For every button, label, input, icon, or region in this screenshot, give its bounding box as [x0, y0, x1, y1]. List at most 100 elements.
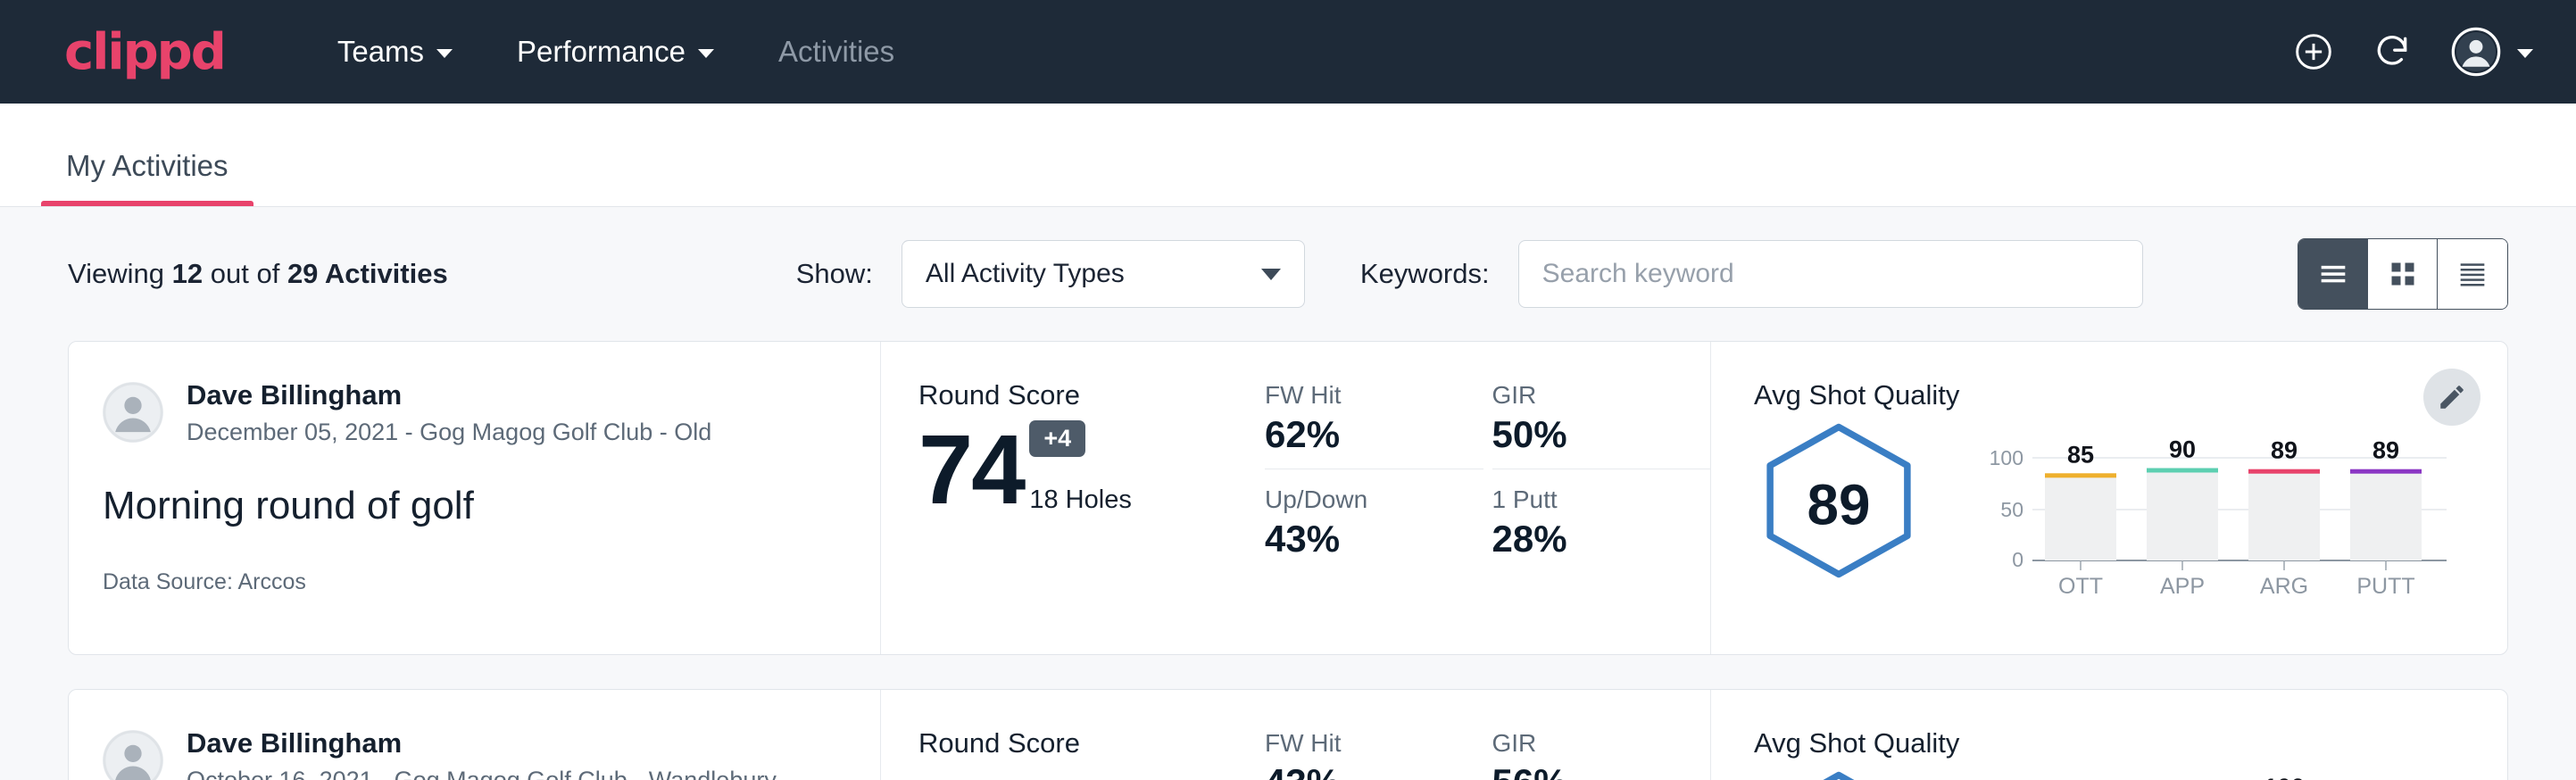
activity-date-course: December 05, 2021 - Gog Magog Golf Club …	[187, 419, 711, 446]
tab-bar: My Activities	[0, 104, 2576, 207]
holes-played: 18 Holes	[1029, 485, 1131, 515]
view-mode-toggle-group	[2298, 238, 2508, 310]
main-content: Viewing 12 out of 29 Activities Show: Al…	[0, 207, 2576, 780]
compact-view-icon	[2455, 256, 2490, 292]
stat-one-putt-label: 1 Putt	[1492, 485, 1654, 514]
viewing-middle: out of	[211, 258, 280, 289]
player-name: Dave Billingham	[187, 727, 777, 759]
add-circle-icon[interactable]	[2294, 32, 2333, 71]
activity-info-column: Dave Billingham December 05, 2021 - Gog …	[69, 342, 881, 654]
round-score-column: Round Score	[881, 690, 1265, 780]
top-navigation-bar: clippd Teams Performance Activities	[0, 0, 2576, 104]
stat-up-down: Up/Down 43%	[1265, 485, 1483, 560]
stat-gir-value: 56%	[1492, 761, 1654, 780]
view-mode-compact-button[interactable]	[2438, 239, 2507, 309]
edit-activity-button[interactable]	[2423, 369, 2480, 426]
x-label-putt: PUTT	[2356, 574, 2414, 599]
stat-fw-hit-label: FW Hit	[1265, 729, 1426, 758]
chevron-down-icon	[2517, 49, 2533, 58]
activity-type-select-value: All Activity Types	[926, 259, 1261, 289]
filter-toolbar: Viewing 12 out of 29 Activities Show: Al…	[68, 207, 2508, 341]
avg-shot-quality-column: Avg Shot Quality 89 100 50 0	[1711, 342, 2507, 654]
bar-value-app: 90	[2169, 436, 2196, 463]
activity-card[interactable]: Dave Billingham December 05, 2021 - Gog …	[68, 341, 2508, 655]
stat-fw-hit-value: 43%	[1265, 761, 1426, 780]
nav-item-activities[interactable]: Activities	[746, 35, 927, 69]
search-input[interactable]	[1518, 240, 2143, 308]
avg-shot-quality-value: 89	[1807, 472, 1871, 536]
clippd-logo[interactable]: clippd	[64, 23, 225, 81]
tab-my-activities[interactable]: My Activities	[41, 149, 253, 206]
stat-gir-label: GIR	[1492, 381, 1654, 410]
nav-item-teams-label: Teams	[337, 35, 424, 69]
pencil-icon	[2437, 382, 2467, 412]
stat-fw-hit: FW Hit 43%	[1265, 729, 1483, 780]
round-score-value: 74	[918, 424, 1024, 518]
show-label: Show:	[796, 258, 873, 290]
grid-view-icon	[2385, 256, 2421, 292]
primary-nav: Teams Performance Activities	[305, 35, 927, 69]
refresh-icon[interactable]	[2372, 32, 2412, 71]
activity-info-column: Dave Billingham October 16, 2021 - Gog M…	[69, 690, 881, 780]
shot-quality-bar-chart: 100 50 0 85	[1959, 415, 2507, 607]
stats-column: FW Hit 43% GIR 56%	[1265, 690, 1711, 780]
stat-fw-hit-label: FW Hit	[1265, 381, 1426, 410]
viewing-total: 29 Activities	[287, 258, 448, 289]
top-nav-actions	[2294, 27, 2533, 77]
avatar	[103, 382, 163, 443]
round-score-row: 74 +4 18 Holes	[918, 420, 1265, 517]
round-score-column: Round Score 74 +4 18 Holes	[881, 342, 1265, 654]
account-avatar-icon	[2451, 27, 2501, 77]
y-tick-100: 100	[1990, 446, 2023, 469]
viewing-count: 12	[172, 258, 203, 289]
avg-shot-quality-hexagon	[1754, 763, 1959, 780]
avg-shot-quality-column: Avg Shot Quality 100 94 82 106	[1711, 690, 2507, 780]
viewing-summary: Viewing 12 out of 29 Activities	[68, 258, 448, 290]
y-tick-0: 0	[2012, 548, 2023, 571]
stat-up-down-value: 43%	[1265, 518, 1426, 560]
avg-shot-quality-hexagon: 89	[1754, 415, 1959, 585]
bar-chart-svg: 100 50 0 85	[1982, 424, 2456, 602]
player-row: Dave Billingham December 05, 2021 - Gog …	[103, 379, 835, 446]
viewing-prefix: Viewing	[68, 258, 164, 289]
bar-value-arg: 89	[2271, 437, 2298, 464]
x-label-arg: ARG	[2260, 574, 2308, 599]
keywords-label: Keywords:	[1360, 258, 1490, 290]
stat-fw-hit: FW Hit 62%	[1265, 381, 1483, 469]
player-name: Dave Billingham	[187, 379, 711, 411]
chevron-down-icon	[436, 49, 453, 58]
activity-title: Morning round of golf	[103, 484, 835, 528]
chevron-down-icon	[698, 49, 714, 58]
activity-type-select[interactable]: All Activity Types	[902, 240, 1305, 308]
stat-up-down-label: Up/Down	[1265, 485, 1426, 514]
activity-data-source: Data Source: Arccos	[103, 569, 835, 595]
stat-gir: GIR 50%	[1492, 381, 1711, 469]
stat-fw-hit-value: 62%	[1265, 413, 1426, 456]
nav-item-activities-label: Activities	[778, 35, 894, 69]
stat-gir-label: GIR	[1492, 729, 1654, 758]
bar-value-ott: 85	[2067, 441, 2094, 468]
avatar	[103, 730, 163, 780]
view-mode-list-button[interactable]	[2298, 239, 2368, 309]
account-menu[interactable]	[2451, 27, 2533, 77]
bar-value-putt: 89	[2372, 437, 2399, 464]
nav-item-performance-label: Performance	[517, 35, 686, 69]
stats-column: FW Hit 62% GIR 50% Up/Down 43% 1 Putt 28…	[1265, 342, 1711, 654]
activity-card[interactable]: Dave Billingham October 16, 2021 - Gog M…	[68, 689, 2508, 780]
round-score-label: Round Score	[918, 727, 1265, 759]
stat-one-putt-value: 28%	[1492, 518, 1654, 560]
nav-item-teams[interactable]: Teams	[305, 35, 485, 69]
avg-shot-quality-label: Avg Shot Quality	[1754, 379, 2507, 411]
score-to-par-badge: +4	[1029, 420, 1085, 457]
list-view-icon	[2315, 256, 2351, 292]
nav-item-performance[interactable]: Performance	[485, 35, 746, 69]
chevron-down-icon	[1261, 269, 1281, 280]
activity-date-course: October 16, 2021 - Gog Magog Golf Club -…	[187, 767, 777, 780]
stat-one-putt: 1 Putt 28%	[1492, 485, 1711, 560]
x-label-ott: OTT	[2058, 574, 2103, 599]
view-mode-grid-button[interactable]	[2368, 239, 2438, 309]
bar-value-arg: 106	[2264, 774, 2304, 780]
player-row: Dave Billingham October 16, 2021 - Gog M…	[103, 727, 835, 780]
y-tick-50: 50	[2000, 498, 2023, 521]
filter-controls: Show: All Activity Types Keywords:	[796, 240, 2143, 308]
